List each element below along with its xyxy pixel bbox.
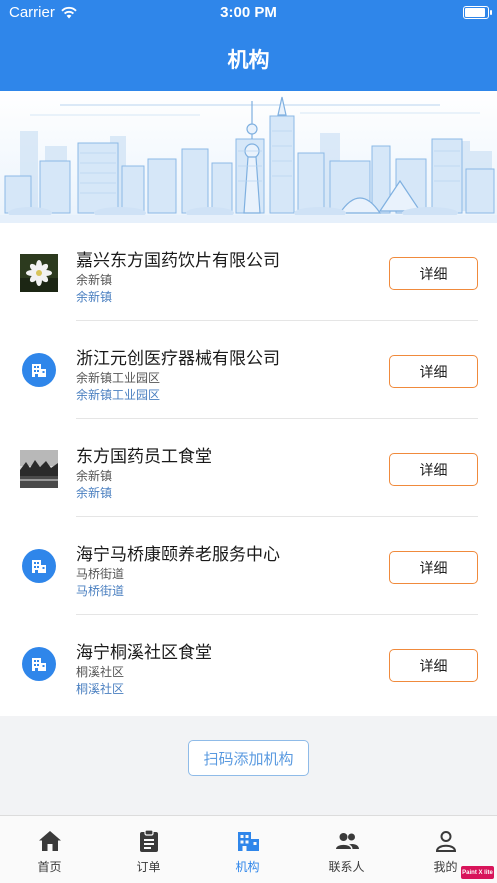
detail-button[interactable]: 详细: [389, 453, 478, 486]
organization-address: 余新镇工业园区: [76, 388, 161, 402]
organization-name: 海宁桐溪社区食堂: [76, 643, 212, 663]
building-icon: [22, 647, 56, 681]
city-skyline-illustration: [0, 91, 497, 223]
tab-label: 联系人: [328, 860, 365, 874]
organization-row[interactable]: 嘉兴东方国药饮片有限公司 余新镇 余新镇 详细: [0, 223, 497, 321]
organization-town: 余新镇工业园区: [76, 371, 161, 385]
clipboard-icon: [139, 829, 158, 852]
organization-address: 桐溪社区: [76, 682, 125, 696]
tab-organizations[interactable]: 机构: [198, 816, 297, 883]
status-time: 3:00 PM: [220, 4, 277, 21]
tab-contacts[interactable]: 联系人: [297, 816, 396, 883]
organization-list: 嘉兴东方国药饮片有限公司 余新镇 余新镇 详细 浙江元创医疗器械有限公司 余新镇…: [0, 223, 497, 716]
tab-orders[interactable]: 订单: [99, 816, 198, 883]
detail-button[interactable]: 详细: [389, 551, 478, 584]
city-skyline-banner: [0, 91, 497, 223]
detail-button[interactable]: 详细: [389, 257, 478, 290]
tab-label: 首页: [37, 860, 62, 874]
detail-button[interactable]: 详细: [389, 649, 478, 682]
contacts-icon: [335, 833, 359, 849]
organization-town: 余新镇: [76, 469, 113, 483]
building-icon: [237, 832, 259, 851]
page-title: 机构: [227, 48, 270, 72]
home-icon: [38, 831, 61, 851]
organization-town: 桐溪社区: [76, 665, 125, 679]
organization-row[interactable]: 东方国药员工食堂 余新镇 余新镇 详细: [0, 419, 497, 517]
detail-button[interactable]: 详细: [389, 355, 478, 388]
building-icon: [22, 353, 56, 387]
nav-bar: 机构: [0, 26, 497, 91]
organization-name: 东方国药员工食堂: [76, 447, 212, 467]
organization-row[interactable]: 浙江元创医疗器械有限公司 余新镇工业园区 余新镇工业园区 详细: [0, 321, 497, 419]
organization-address: 余新镇: [76, 486, 113, 500]
organization-address: 马桥街道: [76, 584, 125, 598]
battery-icon: [463, 6, 492, 19]
organization-address: 余新镇: [76, 290, 113, 304]
organization-name: 海宁马桥康颐养老服务中心: [76, 545, 280, 565]
app-watermark: Paint X lite: [461, 866, 494, 879]
tab-bar: 首页 订单 机构 联系人 我的: [0, 815, 497, 883]
person-icon: [435, 831, 456, 852]
organization-town: 马桥街道: [76, 567, 125, 581]
landscape-photo-thumbnail: [20, 450, 58, 488]
flower-photo-thumbnail: [20, 254, 58, 292]
organization-name: 浙江元创医疗器械有限公司: [76, 349, 280, 369]
building-icon: [22, 549, 56, 583]
status-bar: Carrier 3:00 PM: [0, 0, 497, 26]
organization-row[interactable]: 海宁马桥康颐养老服务中心 马桥街道 马桥街道 详细: [0, 517, 497, 615]
organization-name: 嘉兴东方国药饮片有限公司: [76, 251, 280, 271]
tab-label: 机构: [235, 860, 260, 874]
tab-label: 订单: [136, 860, 161, 874]
scan-add-organization-button[interactable]: 扫码添加机构: [188, 740, 309, 776]
organization-town: 余新镇: [76, 273, 113, 287]
tab-home[interactable]: 首页: [0, 816, 99, 883]
organization-row[interactable]: 海宁桐溪社区食堂 桐溪社区 桐溪社区 详细: [0, 615, 497, 713]
